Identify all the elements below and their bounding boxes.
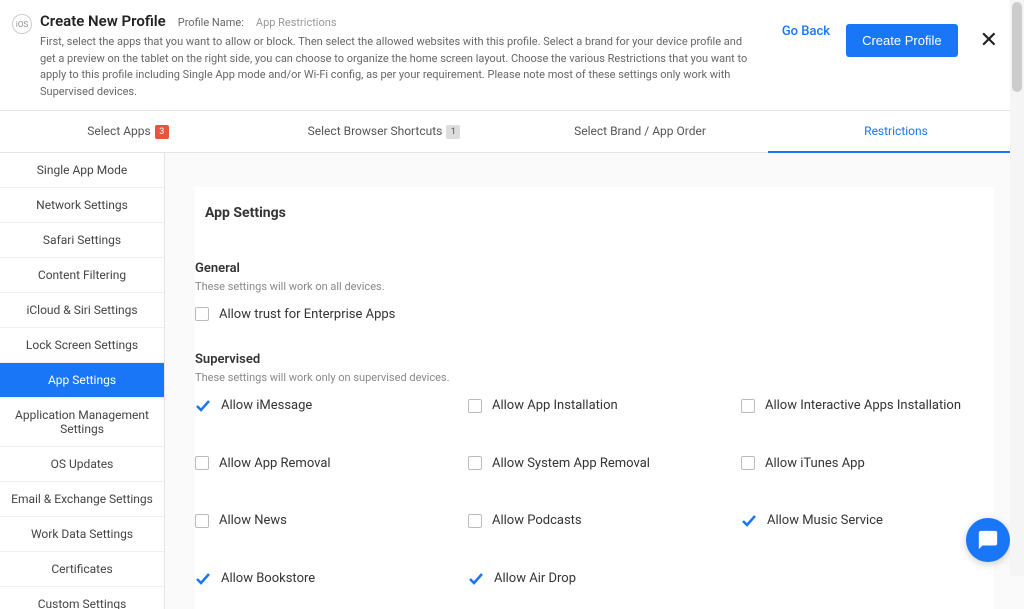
profile-name-value: App Restrictions — [256, 16, 337, 29]
checkmark-icon[interactable] — [195, 571, 211, 587]
tab-label: Select Browser Shortcuts — [308, 124, 443, 138]
checkbox[interactable] — [195, 456, 209, 470]
check-label: Allow Interactive Apps Installation — [765, 398, 961, 413]
go-back-link[interactable]: Go Back — [782, 24, 830, 39]
check-row-allow-imessage[interactable]: Allow iMessage — [195, 398, 448, 414]
sidebar-item-custom-settings[interactable]: Custom Settings — [0, 587, 164, 609]
supervised-section-title: Supervised — [195, 352, 994, 367]
checkbox[interactable] — [468, 456, 482, 470]
check-row-allow-interactive-apps-installation[interactable]: Allow Interactive Apps Installation — [741, 398, 994, 414]
sidebar-item-icloud-siri-settings[interactable]: iCloud & Siri Settings — [0, 293, 164, 328]
sidebar-item-work-data-settings[interactable]: Work Data Settings — [0, 517, 164, 552]
chat-icon — [977, 529, 999, 551]
sidebar-item-os-updates[interactable]: OS Updates — [0, 447, 164, 482]
sidebar-item-single-app-mode[interactable]: Single App Mode — [0, 153, 164, 188]
create-profile-button[interactable]: Create Profile — [846, 24, 957, 57]
check-row-allow-podcasts[interactable]: Allow Podcasts — [468, 513, 721, 529]
check-label: Allow trust for Enterprise Apps — [219, 307, 395, 322]
sidebar: Single App ModeNetwork SettingsSafari Se… — [0, 153, 165, 609]
checkbox[interactable] — [741, 399, 755, 413]
general-section: General These settings will work on all … — [195, 261, 994, 322]
tab-label: Select Apps — [87, 124, 150, 138]
check-row-allow-app-installation[interactable]: Allow App Installation — [468, 398, 721, 414]
checkbox[interactable] — [195, 514, 209, 528]
checkbox[interactable] — [195, 307, 209, 321]
sidebar-item-network-settings[interactable]: Network Settings — [0, 188, 164, 223]
check-row-allow-news[interactable]: Allow News — [195, 513, 448, 529]
check-label: Allow iTunes App — [765, 456, 865, 471]
app-settings-panel: App Settings General These settings will… — [195, 187, 994, 609]
check-row-allow-itunes-app[interactable]: Allow iTunes App — [741, 456, 994, 471]
header-left: Create New Profile Profile Name: App Res… — [40, 12, 782, 100]
panel-title: App Settings — [195, 205, 994, 221]
title-row: Create New Profile Profile Name: App Res… — [40, 12, 782, 30]
tab-label: Select Brand / App Order — [574, 124, 706, 138]
tab-badge: 1 — [446, 125, 460, 139]
checkbox[interactable] — [468, 514, 482, 528]
sidebar-item-lock-screen-settings[interactable]: Lock Screen Settings — [0, 328, 164, 363]
supervised-section: Supervised These settings will work only… — [195, 352, 994, 603]
header-actions: Go Back Create Profile ✕ — [782, 24, 1004, 100]
sidebar-item-content-filtering[interactable]: Content Filtering — [0, 258, 164, 293]
check-label: Allow Music Service — [767, 513, 883, 528]
page-title: Create New Profile — [40, 12, 166, 30]
sidebar-item-application-management-settings[interactable]: Application Management Settings — [0, 398, 164, 447]
check-label: Allow App Installation — [492, 398, 618, 413]
scrollbar-thumb[interactable] — [1012, 2, 1022, 92]
checkmark-icon[interactable] — [468, 571, 484, 587]
tab-select-apps[interactable]: Select Apps 3 — [0, 111, 256, 152]
checkbox[interactable] — [741, 456, 755, 470]
sidebar-item-certificates[interactable]: Certificates — [0, 552, 164, 587]
general-section-title: General — [195, 261, 994, 276]
check-label: Allow System App Removal — [492, 456, 650, 471]
profile-name-label: Profile Name: — [178, 16, 244, 29]
check-label: Allow Bookstore — [221, 571, 315, 586]
content-area: App Settings General These settings will… — [165, 153, 1024, 609]
check-row-allow-system-app-removal[interactable]: Allow System App Removal — [468, 456, 721, 471]
check-row-allow-bookstore[interactable]: Allow Bookstore — [195, 571, 448, 587]
header-description: First, select the apps that you want to … — [40, 34, 760, 100]
checkmark-icon[interactable] — [741, 513, 757, 529]
chat-bubble-button[interactable] — [966, 518, 1010, 562]
check-row-allow-music-service[interactable]: Allow Music Service — [741, 513, 994, 529]
check-label: Allow Podcasts — [492, 513, 582, 528]
tab-label: Restrictions — [864, 124, 928, 138]
checkmark-icon[interactable] — [195, 398, 211, 414]
tab-select-brand-app-order[interactable]: Select Brand / App Order — [512, 111, 768, 152]
sidebar-item-safari-settings[interactable]: Safari Settings — [0, 223, 164, 258]
check-label: Allow Air Drop — [494, 571, 576, 586]
check-label: Allow iMessage — [221, 398, 312, 413]
window-scrollbar[interactable] — [1010, 0, 1024, 576]
tab-restrictions[interactable]: Restrictions — [768, 111, 1024, 152]
close-icon[interactable]: ✕ — [974, 24, 1004, 57]
tab-badge: 3 — [155, 125, 169, 139]
check-label: Allow News — [219, 513, 287, 528]
supervised-section-sub: These settings will work only on supervi… — [195, 371, 994, 384]
general-section-sub: These settings will work on all devices. — [195, 280, 994, 293]
check-row-allow-app-removal[interactable]: Allow App Removal — [195, 456, 448, 471]
sidebar-item-email-exchange-settings[interactable]: Email & Exchange Settings — [0, 482, 164, 517]
header: iOS Create New Profile Profile Name: App… — [0, 0, 1024, 111]
body: Single App ModeNetwork SettingsSafari Se… — [0, 153, 1024, 609]
check-row-allow-trust-for-enterprise-apps[interactable]: Allow trust for Enterprise Apps — [195, 307, 994, 322]
check-label: Allow App Removal — [219, 456, 331, 471]
sidebar-item-app-settings[interactable]: App Settings — [0, 363, 164, 398]
tab-bar: Select Apps3Select Browser Shortcuts1Sel… — [0, 111, 1024, 153]
tab-select-browser-shortcuts[interactable]: Select Browser Shortcuts1 — [256, 111, 512, 152]
ios-badge: iOS — [12, 14, 32, 34]
check-row-allow-air-drop[interactable]: Allow Air Drop — [468, 571, 721, 587]
supervised-grid: Allow iMessage Allow App Installation Allo… — [195, 398, 994, 603]
checkbox[interactable] — [468, 399, 482, 413]
